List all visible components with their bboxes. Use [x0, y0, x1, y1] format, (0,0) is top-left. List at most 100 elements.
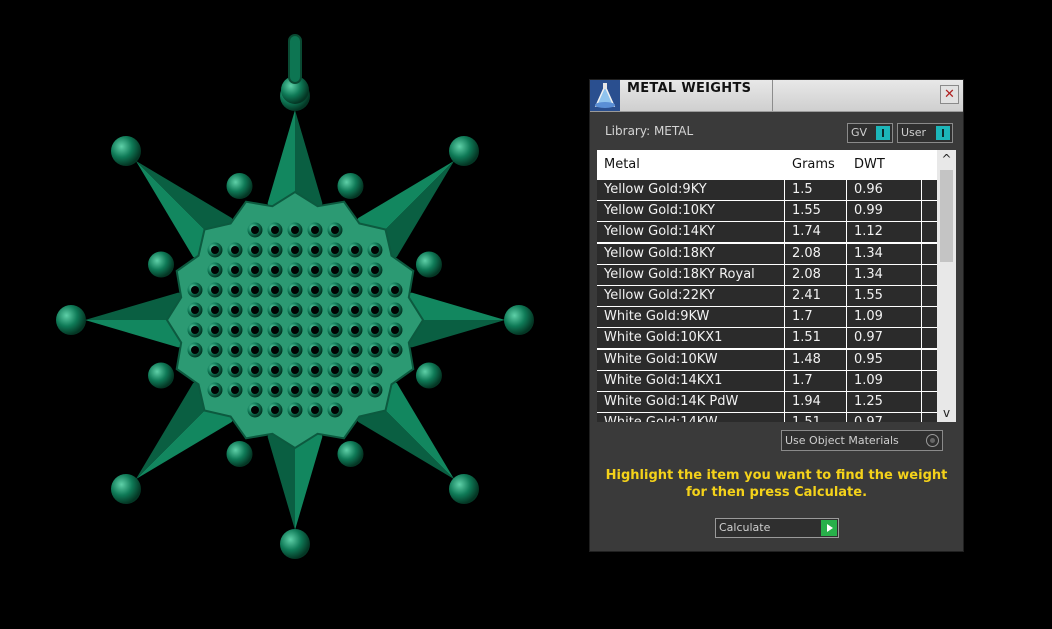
lattice-hole	[231, 246, 239, 254]
cell-dwt: 1.09	[854, 372, 883, 388]
header-dwt[interactable]: DWT	[854, 157, 885, 172]
edge-ball	[415, 362, 442, 389]
column-divider	[784, 328, 785, 349]
scroll-down-icon[interactable]: v	[937, 404, 956, 422]
column-divider	[784, 264, 785, 285]
library-label: Library: METAL	[605, 124, 694, 138]
table-row[interactable]: White Gold:14KX1 1.7 1.09	[597, 370, 937, 391]
lattice-hole	[291, 326, 299, 334]
table-row[interactable]: Yellow Gold:22KY 2.41 1.55	[597, 285, 937, 306]
table-row[interactable]: White Gold:14K PdW 1.94 1.25	[597, 391, 937, 412]
title-bar[interactable]: METAL WEIGHTS ✕	[590, 80, 963, 112]
lattice-hole	[191, 346, 199, 354]
lattice-hole	[391, 286, 399, 294]
cell-metal: White Gold:10KW	[604, 351, 718, 367]
lattice-hole	[251, 346, 259, 354]
lattice-hole	[331, 326, 339, 334]
3d-viewport[interactable]	[0, 0, 580, 625]
edge-ball	[337, 440, 364, 467]
lattice-hole	[191, 306, 199, 314]
lattice-hole	[211, 286, 219, 294]
lattice-hole	[391, 306, 399, 314]
table-row[interactable]: Yellow Gold:9KY 1.5 0.96	[597, 180, 937, 200]
table-row[interactable]: White Gold:10KW 1.48 0.95	[597, 349, 937, 370]
lattice-hole	[311, 406, 319, 414]
funnel-beaker-icon	[590, 80, 620, 111]
lattice-hole	[271, 346, 279, 354]
window-title: METAL WEIGHTS	[627, 81, 752, 96]
toggle-switch-icon	[936, 126, 950, 140]
lattice-hole	[351, 266, 359, 274]
lattice-hole	[391, 346, 399, 354]
column-divider	[846, 285, 847, 306]
calculate-label: Calculate	[719, 521, 771, 534]
lattice-hole	[291, 346, 299, 354]
lattice-hole	[311, 326, 319, 334]
scroll-thumb[interactable]	[940, 170, 953, 262]
lattice-hole	[371, 386, 379, 394]
table-row[interactable]: White Gold:10KX1 1.51 0.97	[597, 328, 937, 349]
cell-metal: Yellow Gold:9KY	[604, 182, 707, 197]
lattice-hole	[311, 286, 319, 294]
calculate-button[interactable]: Calculate	[715, 518, 839, 538]
cell-dwt: 1.55	[854, 287, 883, 303]
lattice-hole	[311, 266, 319, 274]
column-divider	[846, 201, 847, 222]
scroll-up-icon[interactable]: ^	[937, 150, 956, 168]
close-icon[interactable]: ✕	[940, 85, 959, 104]
edge-ball	[148, 362, 175, 389]
lattice-hole	[291, 226, 299, 234]
lattice-hole	[311, 246, 319, 254]
header-metal[interactable]: Metal	[604, 157, 640, 172]
cell-metal: Yellow Gold:22KY	[604, 287, 715, 303]
cell-metal: Yellow Gold:14KY	[604, 224, 715, 240]
column-divider	[846, 180, 847, 200]
column-divider	[784, 222, 785, 243]
cell-grams: 1.55	[792, 203, 821, 219]
table-row[interactable]: White Gold:14KW 1.51 0.97	[597, 413, 937, 422]
lattice-hole	[231, 326, 239, 334]
lattice-hole	[291, 306, 299, 314]
lattice-hole	[351, 246, 359, 254]
table-row[interactable]: Yellow Gold:10KY 1.55 0.99	[597, 201, 937, 222]
lattice-hole	[291, 406, 299, 414]
metal-weights-panel: METAL WEIGHTS ✕ Library: METAL GV User M…	[589, 79, 964, 552]
column-divider	[921, 285, 922, 306]
lattice-hole	[311, 226, 319, 234]
gv-toggle[interactable]: GV	[847, 123, 893, 143]
table-row[interactable]: Yellow Gold:18KY 2.08 1.34	[597, 243, 937, 264]
metal-table[interactable]: Metal Grams DWT Yellow Gold:9KY 1.5 0.96 Ye…	[597, 150, 956, 422]
table-row[interactable]: Yellow Gold:14KY 1.74 1.12	[597, 222, 937, 243]
table-row[interactable]: Yellow Gold:18KY Royal 2.08 1.34	[597, 264, 937, 285]
lattice-hole	[311, 346, 319, 354]
column-divider	[846, 413, 847, 422]
use-object-materials-option[interactable]: Use Object Materials	[781, 430, 943, 451]
lattice-hole	[211, 246, 219, 254]
cell-dwt: 1.25	[854, 393, 883, 409]
lattice-hole	[251, 406, 259, 414]
table-scrollbar[interactable]: ^ v	[937, 150, 956, 422]
cell-grams: 1.48	[792, 351, 821, 367]
lattice-hole	[331, 226, 339, 234]
column-divider	[784, 243, 785, 264]
lattice-hole	[271, 386, 279, 394]
spike-ball	[111, 473, 142, 504]
radio-icon[interactable]	[926, 434, 939, 447]
edge-ball	[226, 173, 253, 200]
cell-grams: 1.5	[792, 182, 813, 197]
lattice-hole	[251, 306, 259, 314]
lattice-hole	[231, 386, 239, 394]
header-grams[interactable]: Grams	[792, 157, 835, 172]
star-pendant-model	[56, 34, 534, 559]
column-divider	[784, 370, 785, 391]
table-header: Metal Grams DWT	[597, 150, 937, 180]
column-divider	[921, 264, 922, 285]
lattice-hole	[211, 306, 219, 314]
lattice-hole	[251, 286, 259, 294]
spike-ball	[56, 305, 86, 335]
lattice-hole	[331, 346, 339, 354]
title-tab-divider	[772, 80, 773, 111]
table-row[interactable]: White Gold:9KW 1.7 1.09	[597, 307, 937, 328]
user-toggle[interactable]: User	[897, 123, 953, 143]
cell-metal: Yellow Gold:10KY	[604, 203, 715, 219]
